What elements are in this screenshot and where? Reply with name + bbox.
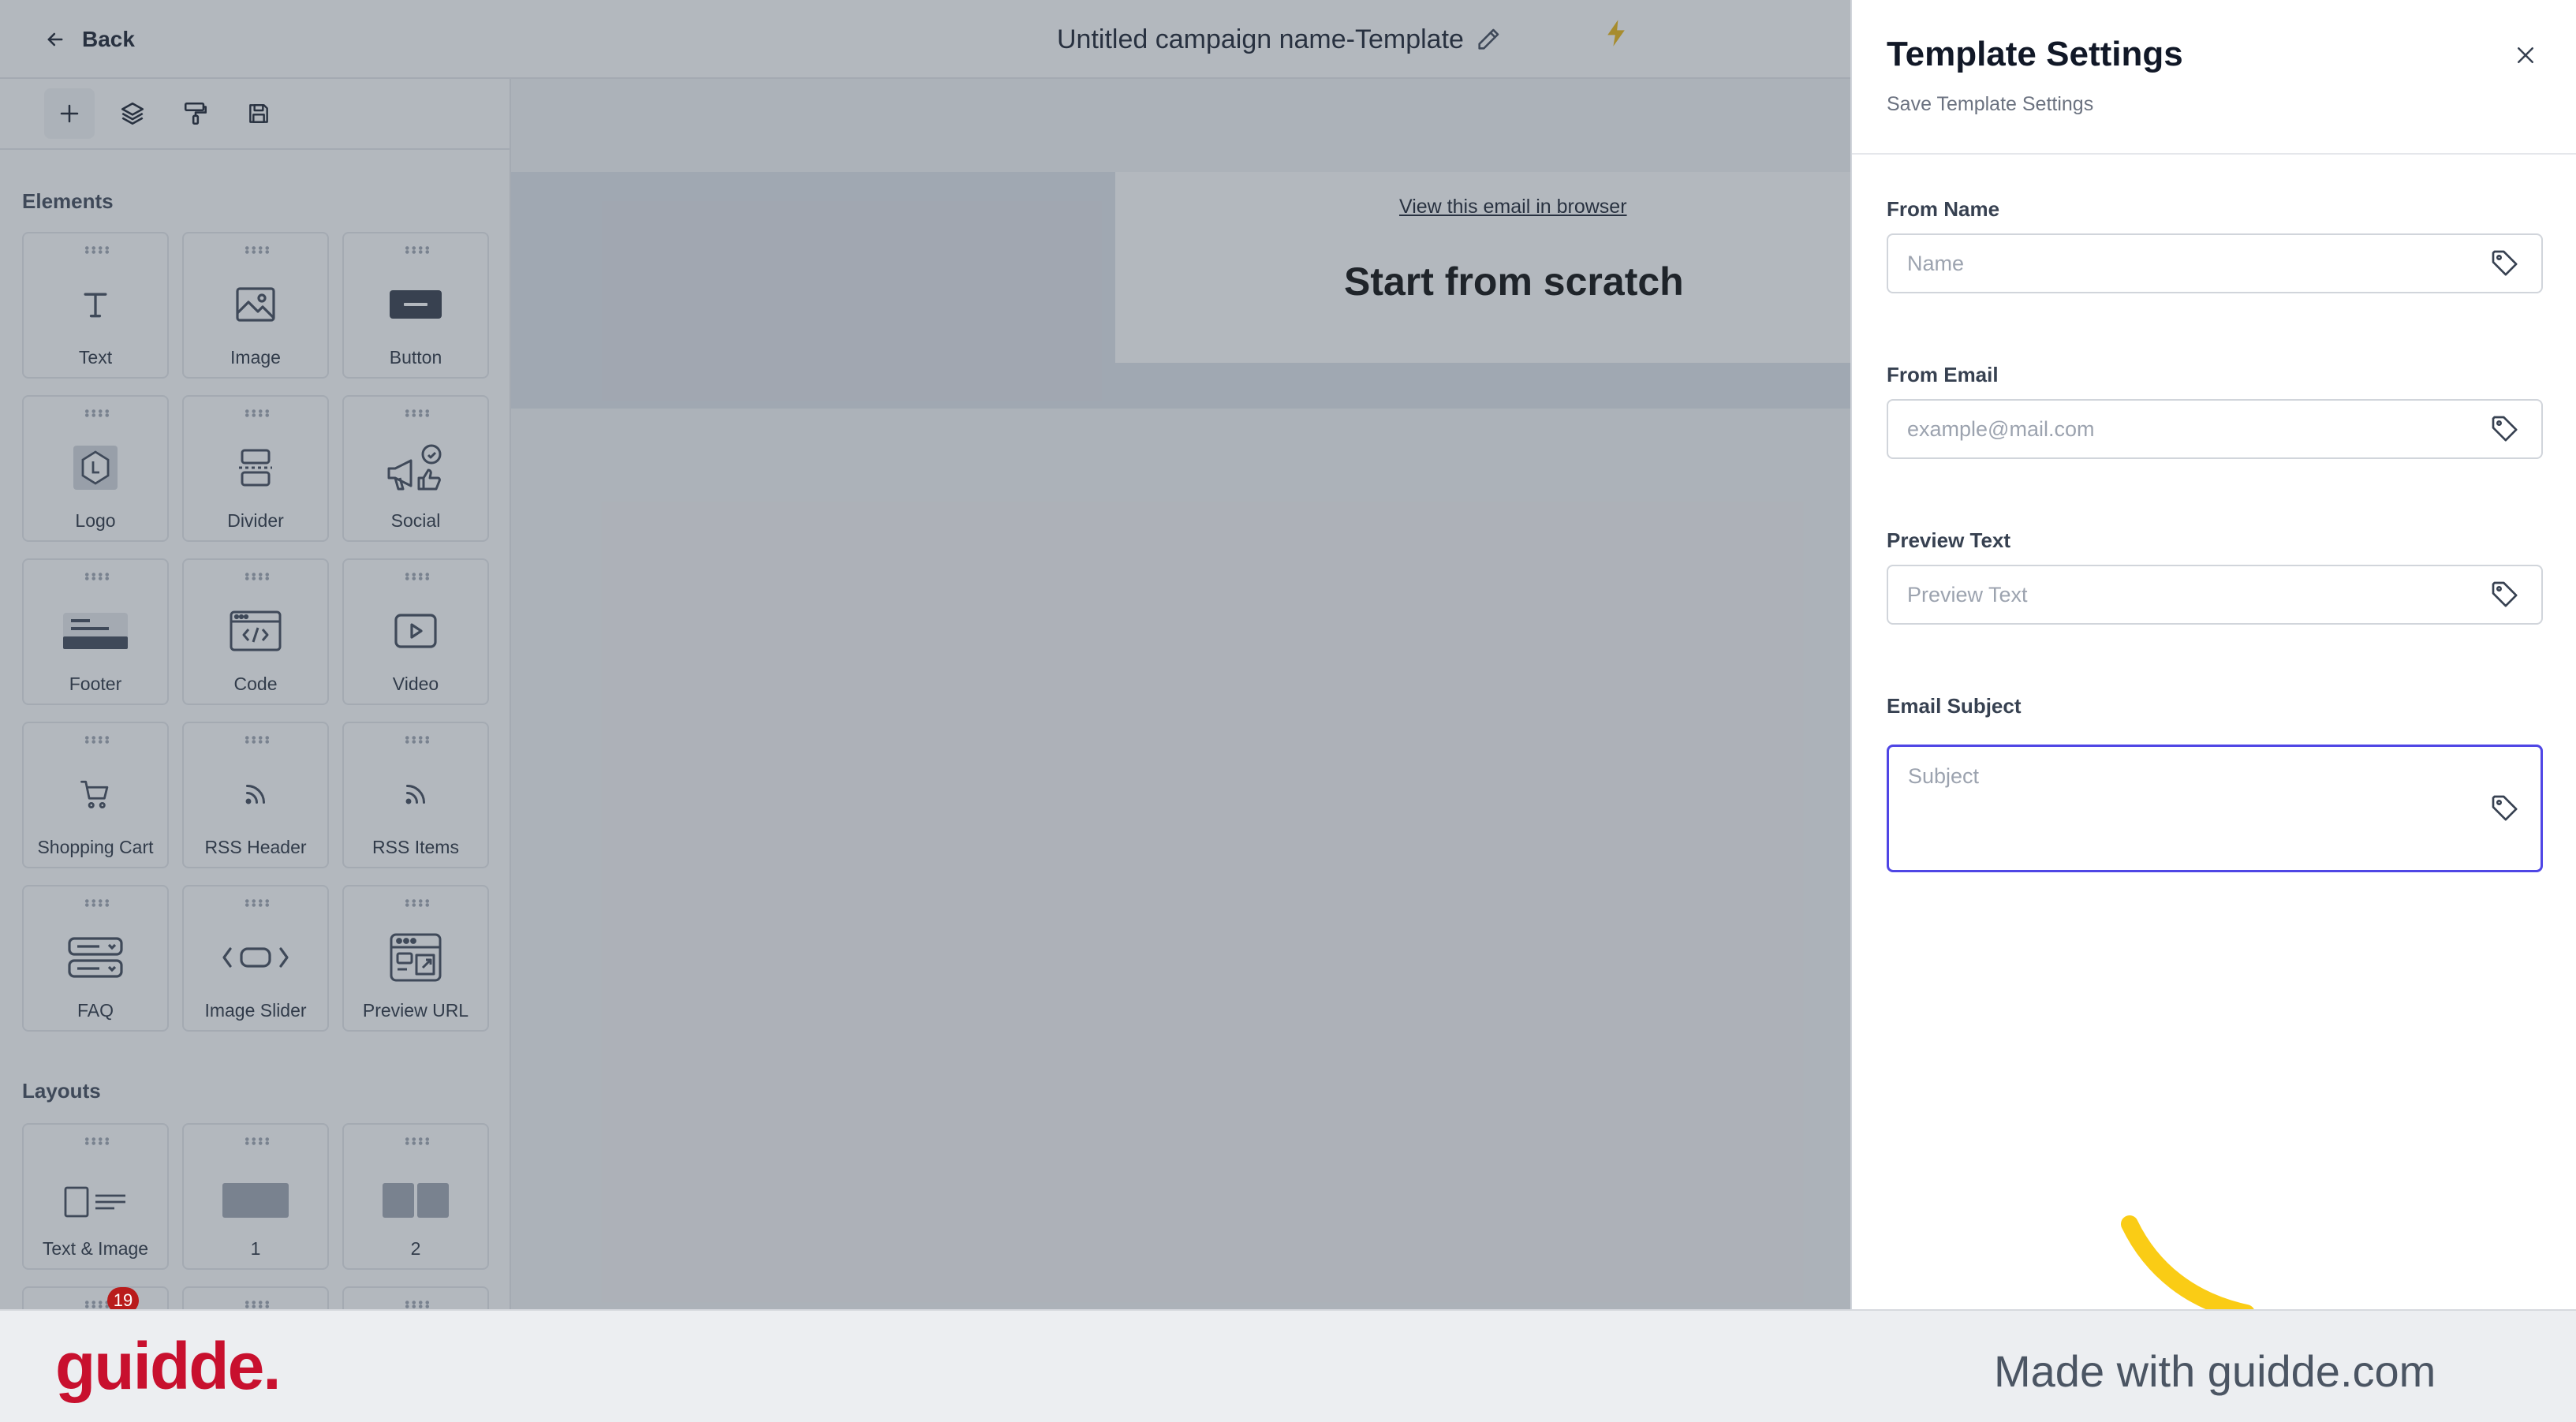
close-button[interactable] <box>2510 39 2541 71</box>
made-with-text: Made with guidde.com <box>1994 1346 2436 1396</box>
cursor-highlight-stroke <box>2121 1215 2255 1317</box>
from-email-input[interactable] <box>1887 399 2543 459</box>
email-subject-label: Email Subject <box>1887 694 2022 718</box>
from-name-input[interactable] <box>1887 233 2543 293</box>
preview-text-label: Preview Text <box>1887 528 2011 552</box>
template-settings-panel: Template Settings Save Template Settings… <box>1850 0 2576 1317</box>
tag-icon[interactable] <box>2489 793 2521 824</box>
panel-divider <box>1852 153 2576 155</box>
guidde-logo: guidde. <box>55 1329 282 1403</box>
email-subject-input[interactable] <box>1887 745 2543 872</box>
tag-icon[interactable] <box>2489 579 2521 610</box>
tag-icon[interactable] <box>2489 413 2521 445</box>
tag-icon[interactable] <box>2489 248 2521 279</box>
panel-subtitle: Save Template Settings <box>1887 93 2094 115</box>
panel-title: Template Settings <box>1887 35 2183 73</box>
close-icon <box>2518 47 2533 63</box>
preview-text-input[interactable] <box>1887 565 2543 625</box>
from-name-label: From Name <box>1887 197 2000 221</box>
guidde-footer: guidde. Made with guidde.com <box>0 1309 2576 1422</box>
from-email-label: From Email <box>1887 363 1999 386</box>
modal-backdrop[interactable] <box>0 0 1850 1309</box>
